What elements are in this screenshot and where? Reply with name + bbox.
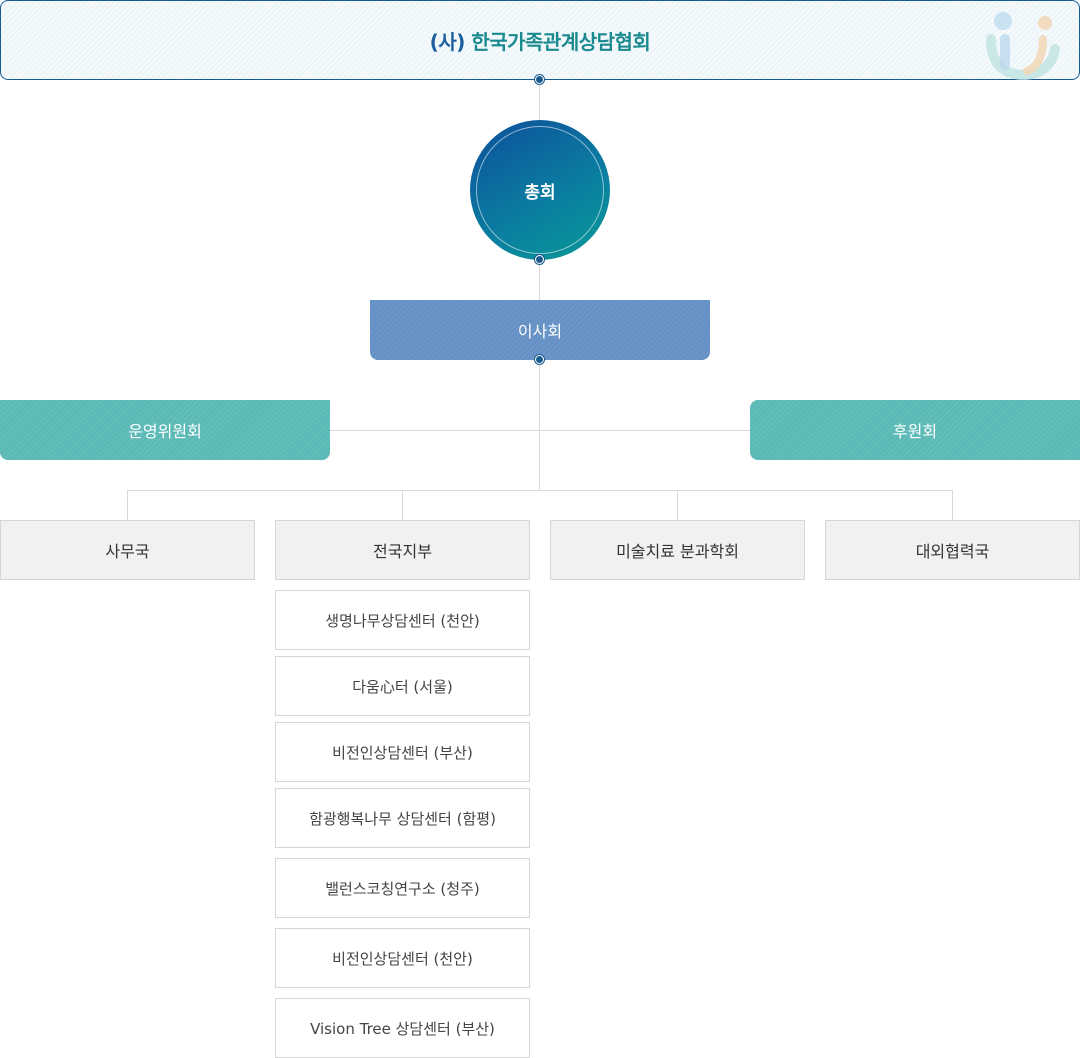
branch-label: 함광행복나무 상담센터 (함평) <box>309 809 496 828</box>
branch-label: 비전인상담센터 (천안) <box>332 949 473 968</box>
sponsor-committee-label: 후원회 <box>892 422 938 441</box>
connector-dept-2 <box>402 490 403 520</box>
connector-assembly-board <box>539 260 540 300</box>
connector-departments-bus <box>127 490 953 491</box>
branch-label: 생명나무상담센터 (천안) <box>325 611 480 630</box>
department-external-cooperation: 대외협력국 <box>825 520 1080 580</box>
branch-label: Vision Tree 상담센터 (부산) <box>310 1019 495 1038</box>
connector-header-assembly <box>539 80 540 120</box>
sponsor-committee-node: 후원회 <box>750 400 1080 460</box>
general-assembly-label: 총회 <box>524 182 556 203</box>
branch-label: 비전인상담센터 (부산) <box>332 743 473 762</box>
connector-board-departments <box>539 360 540 490</box>
department-art-therapy-society: 미술치료 분과학회 <box>550 520 805 580</box>
connector-committees <box>330 430 750 431</box>
organization-header: (사) 한국가족관계상담협회 <box>0 0 1080 81</box>
operating-committee-label: 운영위원회 <box>128 422 202 441</box>
connector-dept-3 <box>677 490 678 520</box>
department-label: 사무국 <box>105 542 150 561</box>
operating-committee-node: 운영위원회 <box>0 400 330 460</box>
organization-title: (사) 한국가족관계상담협회 <box>430 26 651 55</box>
branch-label: 다움心터 (서울) <box>352 677 453 696</box>
department-label: 미술치료 분과학회 <box>616 542 739 561</box>
branch-label: 밸런스코칭연구소 (청주) <box>325 879 480 898</box>
department-secretariat: 사무국 <box>0 520 255 580</box>
branch-item: 함광행복나무 상담센터 (함평) <box>275 788 530 848</box>
organization-title-prefix: (사) <box>429 29 466 54</box>
connector-dept-4 <box>952 490 953 520</box>
connector-dot-header <box>535 75 544 84</box>
branch-item: Vision Tree 상담센터 (부산) <box>275 998 530 1058</box>
department-label: 대외협력국 <box>915 542 990 561</box>
branch-item: 생명나무상담센터 (천안) <box>275 590 530 650</box>
department-label: 전국지부 <box>373 542 432 561</box>
department-national-branches: 전국지부 <box>275 520 530 580</box>
general-assembly-node: 총회 <box>470 120 610 260</box>
board-label: 이사회 <box>517 322 563 341</box>
connector-dot-board <box>535 355 544 364</box>
connector-dot-assembly <box>535 255 544 264</box>
branch-item: 밸런스코칭연구소 (청주) <box>275 858 530 918</box>
branch-item: 비전인상담센터 (부산) <box>275 722 530 782</box>
branch-item: 비전인상담센터 (천안) <box>275 928 530 988</box>
organization-logo-icon <box>986 12 1060 81</box>
branch-item: 다움心터 (서울) <box>275 656 530 716</box>
organization-title-main: 한국가족관계상담협회 <box>471 29 651 54</box>
board-node: 이사회 <box>370 300 710 360</box>
connector-dept-1 <box>127 490 128 520</box>
